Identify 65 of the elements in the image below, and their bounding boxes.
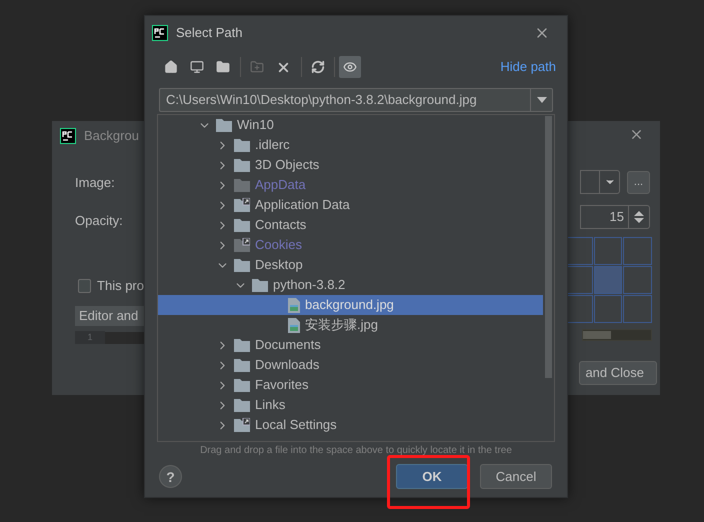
tree-item[interactable]: Desktop bbox=[158, 255, 543, 275]
folder-shortcut-icon bbox=[234, 198, 250, 212]
folder-icon bbox=[252, 278, 268, 292]
tree-item[interactable]: Downloads bbox=[158, 355, 543, 375]
tree-item[interactable]: background.jpg bbox=[158, 295, 543, 315]
folder-icon bbox=[234, 358, 250, 372]
hide-path-link[interactable]: Hide path bbox=[500, 57, 556, 77]
anchor-cell[interactable] bbox=[594, 237, 622, 265]
tree-item[interactable]: Local Settings bbox=[158, 415, 543, 435]
tree-item[interactable]: Contacts bbox=[158, 215, 543, 235]
image-file-icon bbox=[288, 298, 300, 312]
folder-icon bbox=[234, 158, 250, 172]
hint-text: Drag and drop a file into the space above to quickly locate it in the tree bbox=[200, 444, 512, 458]
tree-item[interactable]: Links bbox=[158, 395, 543, 415]
cancel-button[interactable]: Cancel bbox=[480, 464, 552, 489]
opacity-value: 15 bbox=[610, 208, 624, 226]
tree-item[interactable]: .idlerc bbox=[158, 135, 543, 155]
dialog-title: Select Path bbox=[176, 24, 244, 42]
anchor-cell[interactable] bbox=[594, 295, 622, 323]
dialog-title: Backgrou bbox=[84, 127, 139, 146]
apply-close-button[interactable]: and Close bbox=[579, 361, 657, 385]
tree-item[interactable]: Favorites bbox=[158, 375, 543, 395]
browse-button[interactable]: ... bbox=[627, 170, 650, 194]
app-logo-icon bbox=[152, 24, 168, 40]
close-icon[interactable] bbox=[629, 127, 644, 142]
anchor-cell[interactable] bbox=[594, 266, 622, 294]
opacity-label: Opacity: bbox=[75, 212, 124, 230]
image-file-icon bbox=[288, 318, 300, 332]
dropdown-icon bbox=[536, 97, 546, 103]
tree-item[interactable]: 3D Objects bbox=[158, 155, 543, 175]
tree-item[interactable]: Documents bbox=[158, 335, 543, 355]
folder-icon bbox=[234, 178, 250, 192]
desktop-icon[interactable] bbox=[190, 60, 204, 74]
app-logo-icon bbox=[60, 128, 76, 144]
refresh-icon[interactable] bbox=[311, 60, 325, 74]
folder-shortcut-icon bbox=[234, 238, 250, 252]
anchor-cell[interactable] bbox=[623, 237, 652, 265]
spinner-arrows-icon bbox=[634, 210, 644, 224]
ok-button[interactable]: OK bbox=[396, 464, 468, 489]
folder-shortcut-icon bbox=[234, 418, 250, 432]
folder-icon bbox=[234, 338, 250, 352]
folder-icon bbox=[216, 118, 232, 132]
folder-icon bbox=[234, 398, 250, 412]
folder-icon bbox=[234, 218, 250, 232]
path-value: C:\Users\Win10\Desktop\python-3.8.2\background.jpg bbox=[165, 91, 478, 110]
folder-icon bbox=[234, 138, 250, 152]
folder-icon bbox=[234, 378, 250, 392]
preview-scrollbar bbox=[582, 329, 652, 341]
folder-icon[interactable] bbox=[216, 60, 230, 74]
scrollbar-thumb[interactable] bbox=[545, 116, 552, 378]
eye-icon bbox=[343, 60, 357, 74]
checkbox[interactable] bbox=[78, 278, 92, 293]
anchor-cell[interactable] bbox=[623, 295, 652, 323]
tree-item[interactable]: Application Data bbox=[158, 195, 543, 215]
opacity-spinner[interactable]: 15 bbox=[580, 205, 650, 229]
home-icon[interactable] bbox=[164, 60, 178, 74]
checkbox-label: This pro bbox=[97, 277, 144, 295]
path-field[interactable]: C:\Users\Win10\Desktop\python-3.8.2\background.jpg bbox=[159, 88, 553, 112]
anchor-cell[interactable] bbox=[623, 266, 652, 294]
image-label: Image: bbox=[75, 174, 116, 192]
tree-item[interactable]: Win10 bbox=[158, 115, 543, 135]
folder-icon bbox=[234, 258, 250, 272]
show-hidden-toggle[interactable] bbox=[339, 56, 361, 78]
tree-item[interactable]: python-3.8.2 bbox=[158, 275, 543, 295]
help-button[interactable]: ? bbox=[159, 465, 182, 488]
